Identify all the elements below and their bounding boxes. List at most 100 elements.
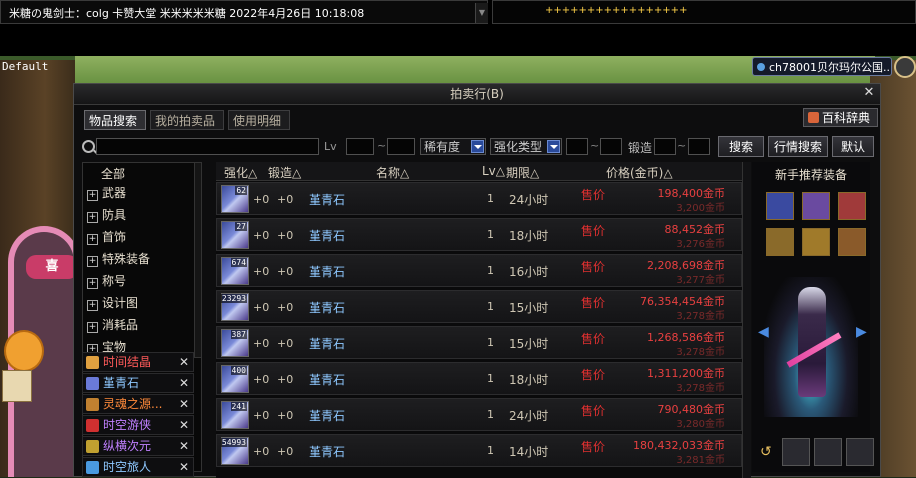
col-duration[interactable]: 期限△ — [506, 164, 539, 181]
enhance-type-select[interactable]: 强化类型 — [490, 138, 562, 155]
gem-icon: 54993 — [220, 437, 249, 465]
recommended-panel: 新手推荐装备 ◀ ▶ ↺ — [752, 162, 874, 472]
item-name: 堇青石 — [309, 337, 346, 351]
tab-usage-details[interactable]: 使用明细 — [228, 110, 290, 130]
favorite-label: 时空游侠 — [103, 418, 152, 432]
quest-scroll-icon[interactable] — [838, 192, 866, 220]
col-forge[interactable]: 锻造△ — [268, 164, 301, 181]
favorite-item[interactable]: 时间结晶 ✕ — [82, 352, 194, 372]
table-row[interactable]: 674 +0 +0 堇青石 1 16小时 售价 2,208,698金币 3,277金币 — [216, 254, 742, 287]
filter-bar: Lv ~ 稀有度 强化类型 ~ 锻造 ~ 搜索 行情搜索 默认 — [80, 136, 876, 158]
col-lv[interactable]: Lv△ — [482, 164, 505, 178]
expand-icon: + — [87, 278, 98, 289]
category-item[interactable]: + 特殊装备 — [87, 249, 150, 269]
favorite-item[interactable]: 时空旅人 ✕ — [82, 457, 194, 477]
weapon-slot-icon[interactable] — [814, 438, 842, 466]
reset-icon[interactable]: ↺ — [760, 444, 772, 460]
category-item[interactable]: + 称号 — [87, 271, 126, 291]
category-item[interactable]: + 设计图 — [87, 293, 138, 313]
category-item[interactable]: + 首饰 — [87, 227, 126, 247]
forge-max-input[interactable] — [688, 138, 710, 155]
search-input[interactable] — [96, 138, 319, 155]
table-row[interactable]: 23293 +0 +0 堇青石 1 15小时 售价 76,354,454金币 3,278金币 — [216, 290, 742, 323]
remove-icon[interactable]: ✕ — [179, 458, 189, 476]
table-row[interactable]: 27 +0 +0 堇青石 1 18小时 售价 88,452金币 3,276金币 — [216, 218, 742, 251]
favorite-item[interactable]: 时空游侠 ✕ — [82, 415, 194, 435]
favorite-item[interactable]: 灵魂之源... ✕ — [82, 394, 194, 414]
category-item[interactable]: + 防具 — [87, 205, 126, 225]
rotate-left-icon[interactable]: ◀ — [758, 324, 769, 340]
price-unit: 3,280金币 — [676, 419, 725, 430]
table-row[interactable]: 387 +0 +0 堇青石 1 15小时 售价 1,268,586金币 3,278金币 — [216, 326, 742, 359]
encyclopedia-button[interactable]: 百科辞典 — [803, 108, 878, 127]
lv-max-input[interactable] — [387, 138, 415, 155]
mascot-npc[interactable] — [4, 330, 44, 372]
expand-icon: + — [87, 212, 98, 223]
enhance-max-input[interactable] — [600, 138, 622, 155]
item-duration: 16小时 — [509, 265, 549, 279]
item-icon — [86, 419, 99, 432]
favorite-item[interactable]: 纵横次元 ✕ — [82, 436, 194, 456]
category-item[interactable]: + 武器 — [87, 183, 126, 203]
item-level: 1 — [487, 192, 494, 205]
price-unit: 3,277金币 — [676, 275, 725, 286]
price-label: 售价 — [581, 368, 606, 382]
bracelet-icon[interactable] — [838, 228, 866, 256]
table-row[interactable]: 400 +0 +0 堇青石 1 18小时 售价 1,311,200金币 3,278金币 — [216, 362, 742, 395]
item-icon — [86, 377, 99, 390]
forge-min-input[interactable] — [654, 138, 676, 155]
remove-icon[interactable]: ✕ — [179, 395, 189, 413]
item-level: 1 — [487, 228, 494, 241]
channel-button[interactable]: ch78001贝尔玛尔公国.. — [752, 57, 892, 76]
favorite-label: 时空旅人 — [103, 460, 152, 474]
favorite-label: 堇青石 — [103, 376, 140, 390]
window-title: 拍卖行(B) — [74, 84, 880, 105]
minimap-ring-icon[interactable] — [894, 56, 916, 78]
remove-icon[interactable]: ✕ — [179, 374, 189, 392]
lv-min-input[interactable] — [346, 138, 374, 155]
category-all[interactable]: 全部 — [101, 165, 125, 182]
gem-icon: 387 — [221, 329, 249, 357]
enhance-value: +0 — [253, 229, 270, 242]
default-button[interactable]: 默认 — [832, 136, 874, 157]
item-name: 堇青石 — [309, 409, 346, 423]
market-search-button[interactable]: 行情搜索 — [768, 136, 828, 157]
avatar-icon[interactable] — [782, 438, 810, 466]
table-row[interactable]: 241 +0 +0 堇青石 1 24小时 售价 790,480金币 3,280金币 — [216, 398, 742, 431]
enhance-value: +0 — [253, 301, 270, 314]
category-scrollbar[interactable] — [194, 162, 202, 358]
tab-my-auctions[interactable]: 我的拍卖品 — [150, 110, 224, 130]
expand-icon: + — [87, 256, 98, 267]
staff-icon[interactable] — [802, 192, 830, 220]
search-icon — [82, 140, 95, 153]
rarity-select[interactable]: 稀有度 — [420, 138, 486, 155]
chat-scroll-down-icon[interactable]: ▼ — [475, 3, 488, 23]
col-price[interactable]: 价格(金币)△ — [606, 164, 673, 181]
enhance-min-input[interactable] — [566, 138, 588, 155]
close-icon[interactable]: ✕ — [862, 86, 876, 100]
col-name[interactable]: 名称△ — [376, 164, 409, 181]
item-duration: 15小时 — [509, 337, 549, 351]
item-name: 堇青石 — [309, 265, 346, 279]
armor-icon[interactable] — [802, 228, 830, 256]
remove-icon[interactable]: ✕ — [179, 353, 189, 371]
table-row[interactable]: 54993 +0 +0 堇青石 1 14小时 售价 180,432,033金币 3,281金币 — [216, 434, 742, 467]
favorite-item[interactable]: 堇青石 ✕ — [82, 373, 194, 393]
rotate-right-icon[interactable]: ▶ — [856, 324, 867, 340]
tab-item-search[interactable]: 物品搜索 — [84, 110, 146, 130]
category-item[interactable]: + 消耗品 — [87, 315, 138, 335]
sword-icon[interactable] — [766, 192, 794, 220]
quest-note-icon[interactable] — [2, 370, 32, 402]
ring-icon[interactable] — [766, 228, 794, 256]
avatar-icon[interactable] — [846, 438, 874, 466]
search-button[interactable]: 搜索 — [718, 136, 764, 157]
col-enhance[interactable]: 强化△ — [224, 164, 257, 181]
enhance-value: +0 — [253, 337, 270, 350]
remove-icon[interactable]: ✕ — [179, 437, 189, 455]
item-icon — [86, 440, 99, 453]
item-name: 堇青石 — [309, 193, 346, 207]
table-row[interactable]: 62 +0 +0 堇青石 1 24小时 售价 198,400金币 3,200金币 — [216, 182, 742, 215]
table-scrollbar[interactable] — [742, 162, 751, 478]
remove-icon[interactable]: ✕ — [179, 416, 189, 434]
price-unit: 3,278金币 — [676, 383, 725, 394]
